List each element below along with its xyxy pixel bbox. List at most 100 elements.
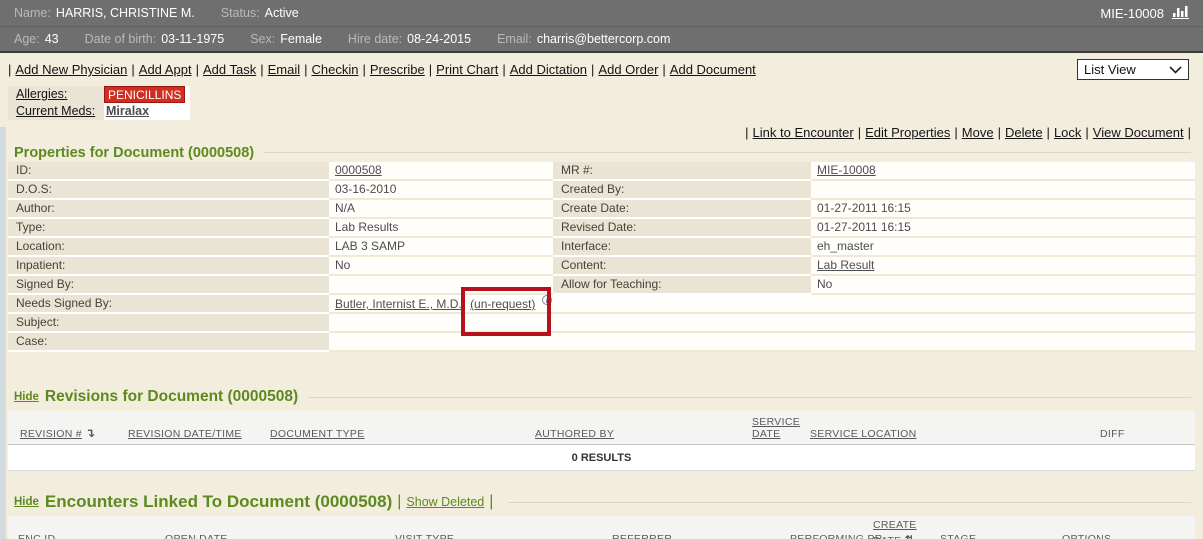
properties-title: Properties for Document (0000508)	[14, 145, 254, 161]
separator: |	[591, 62, 594, 77]
open-date-sort-link[interactable]: OPEN DATE	[165, 533, 228, 539]
col-diff: DIFF	[1100, 428, 1125, 440]
un-request-link[interactable]: (un-request)	[470, 297, 535, 311]
separator: |	[362, 62, 365, 77]
service-date-sort-link[interactable]: SERVICE DATE	[752, 416, 800, 440]
properties-section-header: Properties for Document (0000508)	[14, 144, 1191, 161]
hire-date-value: 08-24-2015	[407, 32, 471, 46]
performing-provider-sort-link[interactable]: PERFORMING PR	[790, 533, 883, 539]
col-visit-type: VISIT TYPE	[395, 533, 454, 539]
demographic-item: Email: charris@bettercorp.com	[497, 32, 670, 46]
info-icon[interactable]: i	[542, 295, 552, 305]
signer-link[interactable]: Butler, Internist E., M.D.	[335, 297, 462, 311]
col-service-date: SERVICE DATE	[752, 416, 810, 440]
created-by-label: Created By:	[553, 181, 811, 200]
show-deleted-link[interactable]: Show Deleted	[406, 495, 484, 509]
stage-sort-link[interactable]: STAGE	[940, 533, 976, 539]
view-document-link[interactable]: View Document	[1093, 125, 1184, 140]
demographic-item: Date of birth: 03-11-1975	[85, 32, 225, 46]
encounters-title: Encounters Linked To Document (0000508)	[45, 492, 392, 512]
created-by-value	[811, 181, 1195, 200]
content-cell: Lab Result	[811, 257, 1195, 276]
prescribe-link[interactable]: Prescribe	[370, 62, 425, 77]
current-meds-row: Current Meds: Miralax	[8, 103, 190, 120]
bar-chart-icon[interactable]	[1172, 5, 1189, 22]
add-document-link[interactable]: Add Document	[670, 62, 756, 77]
add-order-link[interactable]: Add Order	[598, 62, 658, 77]
chevron-down-icon	[1169, 62, 1182, 77]
subject-label: Subject:	[8, 314, 329, 333]
revisions-header-row: REVISION #↴ REVISION DATE/TIME DOCUMENT …	[8, 411, 1195, 445]
col-performing-provider: PERFORMING PR	[790, 533, 883, 539]
revision-datetime-sort-link[interactable]: REVISION DATE/TIME	[128, 428, 242, 440]
allergies-link[interactable]: Allergies:	[16, 87, 67, 101]
chart-summary: Allergies: PENICILLINS Current Meds: Mir…	[8, 86, 190, 120]
document-id-link[interactable]: 0000508	[335, 163, 382, 177]
table-row: Signed By: Allow for Teaching: No	[8, 276, 1195, 295]
col-revision-number: REVISION #↴	[20, 426, 95, 440]
document-properties-page: { "ui": { "pipe": "|" }, "colors": { "ac…	[0, 0, 1203, 539]
service-location-sort-link[interactable]: SERVICE LOCATION	[810, 428, 917, 440]
separator: |	[304, 62, 307, 77]
mr-number-link[interactable]: MIE-10008	[817, 163, 876, 177]
hide-revisions-link[interactable]: Hide	[14, 391, 39, 403]
revisions-title: Revisions for Document (0000508)	[45, 388, 298, 406]
create-date-sort-link[interactable]: CREATE	[873, 519, 917, 531]
location-label: Location:	[8, 238, 329, 257]
dob-label: Date of birth:	[85, 32, 157, 46]
separator: |	[8, 62, 11, 77]
diff-header: DIFF	[1100, 428, 1125, 440]
visit-type-sort-link[interactable]: VISIT TYPE	[395, 533, 454, 539]
inpatient-label: Inpatient:	[8, 257, 329, 276]
case-value	[329, 333, 1195, 352]
revisions-panel: REVISION #↴ REVISION DATE/TIME DOCUMENT …	[8, 411, 1195, 471]
med-miralax-link[interactable]: Miralax	[104, 104, 149, 118]
email-link[interactable]: Email	[268, 62, 301, 77]
content-lab-result-link[interactable]: Lab Result	[817, 258, 874, 272]
authored-by-sort-link[interactable]: AUTHORED BY	[535, 428, 614, 440]
table-row: D.O.S: 03-16-2010 Created By:	[8, 181, 1195, 200]
col-options: OPTIONS	[1062, 533, 1111, 539]
email-value: charris@bettercorp.com	[537, 32, 671, 46]
add-appt-link[interactable]: Add Appt	[139, 62, 192, 77]
create-date-sort-link2[interactable]: DATE	[873, 535, 901, 539]
view-select-value: List View	[1084, 62, 1169, 77]
move-link[interactable]: Move	[962, 125, 994, 140]
needs-signed-by-cell: Butler, Internist E., M.D. (un-request) …	[329, 295, 1195, 314]
separator: |	[1188, 125, 1191, 140]
allergy-penicillins-chip[interactable]: PENICILLINS	[104, 86, 185, 103]
patient-header-bar: Name: HARRIS, CHRISTINE M. Status: Activ…	[0, 0, 1203, 26]
lock-link[interactable]: Lock	[1054, 125, 1081, 140]
delete-link[interactable]: Delete	[1005, 125, 1043, 140]
type-value: Lab Results	[329, 219, 553, 238]
create-date-label: Create Date:	[553, 200, 811, 219]
status-value: Active	[265, 6, 299, 20]
patient-status-group: Status: Active	[221, 6, 299, 20]
add-task-link[interactable]: Add Task	[203, 62, 256, 77]
checkin-link[interactable]: Checkin	[312, 62, 359, 77]
add-new-physician-link[interactable]: Add New Physician	[15, 62, 127, 77]
document-type-sort-link[interactable]: DOCUMENT TYPE	[270, 428, 365, 440]
enc-id-sort-link[interactable]: ENC ID	[18, 533, 55, 539]
separator: |	[131, 62, 134, 77]
dos-label: D.O.S:	[8, 181, 329, 200]
edit-properties-link[interactable]: Edit Properties	[865, 125, 950, 140]
options-header: OPTIONS	[1062, 533, 1111, 539]
type-label: Type:	[8, 219, 329, 238]
table-row: Subject:	[8, 314, 1195, 333]
mr-number-label: MR #:	[553, 162, 811, 181]
link-to-encounter-link[interactable]: Link to Encounter	[753, 125, 854, 140]
referrer-sort-link[interactable]: REFERRER	[612, 533, 672, 539]
revisions-section-header: Hide Revisions for Document (0000508)	[14, 388, 1191, 406]
table-row: Author: N/A Create Date: 01-27-2011 16:1…	[8, 200, 1195, 219]
print-chart-link[interactable]: Print Chart	[436, 62, 498, 77]
separator: |	[429, 62, 432, 77]
hide-encounters-link[interactable]: Hide	[14, 496, 39, 508]
col-authored-by: AUTHORED BY	[535, 428, 614, 440]
add-dictation-link[interactable]: Add Dictation	[510, 62, 587, 77]
col-revision-datetime: REVISION DATE/TIME	[128, 428, 242, 440]
content-label: Content:	[553, 257, 811, 276]
view-select[interactable]: List View	[1077, 59, 1189, 80]
revision-number-sort-link[interactable]: REVISION #	[20, 428, 82, 440]
current-meds-link[interactable]: Current Meds:	[16, 104, 95, 118]
